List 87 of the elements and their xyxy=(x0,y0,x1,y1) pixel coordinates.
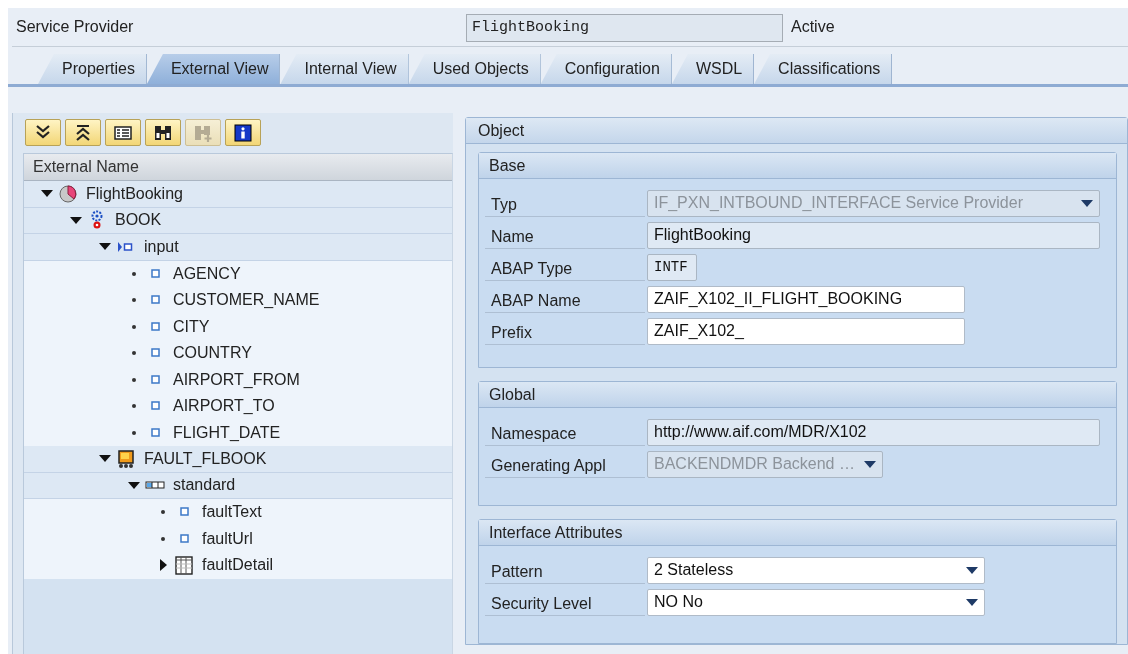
tab[interactable]: Used Objects xyxy=(408,54,541,84)
collapse-all-button[interactable] xyxy=(65,119,101,146)
dropdown-field[interactable]: NO No xyxy=(647,588,985,616)
bullet-icon xyxy=(132,404,136,409)
tree-node-label: FlightBooking xyxy=(86,184,183,203)
text-field[interactable]: INTF xyxy=(647,253,697,281)
caret-down-icon[interactable] xyxy=(41,190,53,198)
tree-row[interactable]: COUNTRY xyxy=(24,340,452,367)
tree-row[interactable]: AGENCY xyxy=(24,260,452,287)
info-button[interactable] xyxy=(225,119,261,146)
tree-row[interactable]: FAULT_FLBOOK xyxy=(24,446,452,473)
tree-row[interactable]: AIRPORT_FROM xyxy=(24,366,452,393)
tree-node-label: AIRPORT_FROM xyxy=(173,370,300,389)
text-field[interactable]: FlightBooking xyxy=(647,221,1100,249)
bullet-icon xyxy=(132,324,136,329)
tab[interactable]: Classifications xyxy=(754,54,893,84)
tree-node-label: faultText xyxy=(202,503,262,522)
field-label: Generating Appl xyxy=(485,450,645,478)
tree-node-label: standard xyxy=(173,476,236,495)
bullet-icon xyxy=(161,510,165,515)
dropdown-field[interactable]: 2 Stateless xyxy=(647,556,985,584)
tree-node-label: AIRPORT_TO xyxy=(173,397,275,416)
caret-down-icon[interactable] xyxy=(99,243,111,251)
bullet-icon xyxy=(132,377,136,382)
tree-node-label: FLIGHT_DATE xyxy=(173,423,281,442)
text-field[interactable]: http://www.aif.com/MDR/X102 xyxy=(647,418,1100,446)
tree-row[interactable]: BOOK xyxy=(24,207,452,234)
column-header[interactable]: External Name xyxy=(24,154,452,181)
caret-down-icon[interactable] xyxy=(70,216,82,224)
object-name-field[interactable]: FlightBooking xyxy=(466,14,783,42)
field-label: ABAP Type xyxy=(485,253,645,281)
tree-row[interactable]: faultDetail xyxy=(24,552,452,579)
caret-right-icon[interactable] xyxy=(159,559,167,572)
text-field[interactable]: ZAIF_X102_ xyxy=(647,317,965,345)
status-label: Active xyxy=(791,18,835,36)
tree-row[interactable]: AIRPORT_TO xyxy=(24,393,452,420)
find-button[interactable] xyxy=(145,119,181,146)
tree-row[interactable]: CUSTOMER_NAME xyxy=(24,287,452,314)
tab[interactable]: WSDL xyxy=(671,54,755,84)
tree-node-label: COUNTRY xyxy=(173,344,252,363)
field-label: Security Level xyxy=(485,588,645,616)
object-type-label: Service Provider xyxy=(15,18,135,36)
tree-node-label: faultDetail xyxy=(202,556,274,575)
tab[interactable]: Properties xyxy=(38,54,147,84)
field-label: Typ xyxy=(485,189,645,217)
expand-all-button[interactable] xyxy=(25,119,61,146)
field-label: Pattern xyxy=(485,556,645,584)
caret-down-icon[interactable] xyxy=(99,455,111,463)
bullet-icon xyxy=(161,536,165,541)
tree-row[interactable]: standard xyxy=(24,472,452,499)
bullet-icon xyxy=(132,351,136,356)
info-icon xyxy=(233,122,253,143)
tree-row[interactable]: FLIGHT_DATE xyxy=(24,419,452,446)
field-label: Namespace xyxy=(485,418,645,446)
tree-row[interactable]: faultText xyxy=(24,499,452,526)
tab[interactable]: Configuration xyxy=(540,54,672,84)
tree-node-label: faultUrl xyxy=(202,529,253,548)
panel-title: Object xyxy=(466,118,1127,144)
field-label: Prefix xyxy=(485,317,645,345)
tree-node-label: CITY xyxy=(173,317,210,336)
tree-row[interactable]: CITY xyxy=(24,313,452,340)
monitor-icon xyxy=(116,448,136,469)
field-label: ABAP Name xyxy=(485,285,645,313)
tree-node-label: BOOK xyxy=(115,211,162,230)
table-icon xyxy=(174,555,194,576)
tree-node-label: AGENCY xyxy=(173,264,241,283)
text-field[interactable]: ZAIF_X102_II_FLIGHT_BOOKING xyxy=(647,285,965,313)
bullet-icon xyxy=(132,430,136,435)
tree-row[interactable]: input xyxy=(24,234,452,261)
field-label: Name xyxy=(485,221,645,249)
group-title: Base xyxy=(479,153,1116,179)
group-title: Global xyxy=(479,382,1116,408)
tree-node-label: CUSTOMER_NAME xyxy=(173,291,320,310)
tree-row[interactable]: faultUrl xyxy=(24,525,452,552)
caret-down-icon[interactable] xyxy=(966,566,978,574)
tab[interactable]: External View xyxy=(146,54,281,84)
tree-node-label: input xyxy=(144,237,179,256)
details-button[interactable] xyxy=(105,119,141,146)
tree-row[interactable]: FlightBooking xyxy=(24,181,452,208)
tree-node-label: FAULT_FLBOOK xyxy=(144,449,267,468)
group-title: Interface Attributes xyxy=(479,520,1116,546)
bullet-icon xyxy=(132,271,136,276)
caret-down-icon[interactable] xyxy=(128,481,140,489)
pie-icon xyxy=(58,183,78,204)
caret-down-icon[interactable] xyxy=(966,598,978,606)
bullet-icon xyxy=(132,298,136,303)
tab[interactable]: Internal View xyxy=(280,54,409,84)
